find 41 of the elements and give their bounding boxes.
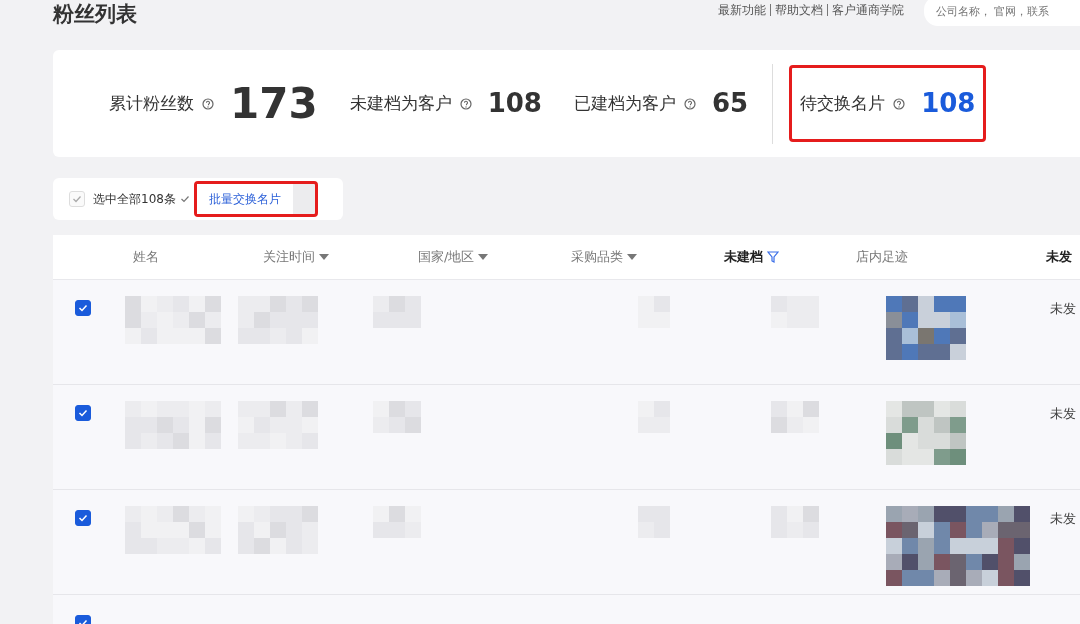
check-icon bbox=[72, 194, 82, 204]
sort-icon[interactable] bbox=[627, 254, 637, 260]
batch-exchange-button[interactable]: 批量交换名片 bbox=[196, 184, 293, 214]
column-header: 姓名 bbox=[133, 248, 159, 267]
stat-value: 173 bbox=[230, 78, 318, 130]
stat-label: 未建档为客户 bbox=[349, 91, 452, 115]
status-text: 未发 bbox=[1050, 511, 1077, 526]
filter-icon[interactable] bbox=[767, 251, 779, 263]
sort-icon[interactable] bbox=[319, 254, 329, 260]
header-link[interactable]: 最新功能 bbox=[714, 4, 770, 16]
check-icon bbox=[78, 513, 88, 523]
page-title: 粉丝列表 bbox=[53, 1, 137, 28]
column-header[interactable]: 未建档 bbox=[724, 247, 763, 267]
check-icon bbox=[78, 408, 88, 418]
column-header[interactable]: 国家/地区 bbox=[418, 247, 475, 267]
stat-value: 108 bbox=[487, 87, 542, 120]
help-icon[interactable] bbox=[202, 97, 214, 110]
select-all-label: 选中全部108条 bbox=[93, 191, 176, 208]
stat-label: 已建档为客户 bbox=[573, 91, 676, 115]
column-header[interactable]: 采购品类 bbox=[571, 247, 623, 267]
header-link[interactable]: 客户通商学院 bbox=[827, 4, 908, 16]
help-icon[interactable] bbox=[683, 97, 696, 110]
column-header[interactable]: 关注时间 bbox=[263, 247, 315, 267]
checkbox[interactable] bbox=[75, 405, 91, 421]
column-header: 未发 bbox=[1046, 248, 1072, 267]
stat-label: 待交换名片 bbox=[800, 91, 886, 115]
status-text: 未发 bbox=[1050, 406, 1077, 421]
sort-icon[interactable] bbox=[478, 254, 489, 260]
checkbox[interactable] bbox=[75, 510, 91, 526]
status-text: 未发 bbox=[1050, 301, 1077, 316]
check-icon bbox=[78, 303, 88, 313]
check-icon bbox=[179, 194, 190, 204]
help-icon[interactable] bbox=[459, 97, 472, 110]
stat-value: 108 bbox=[921, 87, 976, 120]
checkbox[interactable] bbox=[75, 300, 91, 316]
search-field[interactable]: 公司名称， 官网，联系 bbox=[924, 0, 1080, 26]
stat-value: 65 bbox=[711, 87, 749, 120]
column-header: 店内足迹 bbox=[856, 248, 908, 267]
help-icon[interactable] bbox=[893, 97, 906, 110]
stat-label: 累计粉丝数 bbox=[109, 91, 194, 115]
header-link[interactable]: 帮助文档 bbox=[770, 4, 827, 16]
